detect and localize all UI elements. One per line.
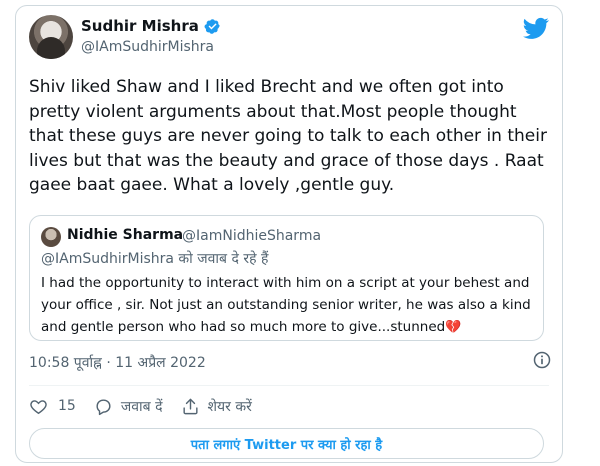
quoted-author-name: Nidhie Sharma [67, 227, 184, 243]
quoted-tweet-text: I had the opportunity to interact with h… [41, 272, 535, 339]
like-count: 15 [58, 398, 76, 414]
reply-label: जवाब दें [120, 398, 163, 415]
reply-bubble-icon [96, 398, 111, 415]
heart-icon [30, 399, 47, 414]
tweet-time: 10:58 पूर्वाह्न [29, 355, 102, 371]
author-handle[interactable]: @IAmSudhirMishra [81, 39, 214, 55]
author-avatar[interactable] [29, 15, 73, 59]
tweet-timestamp[interactable]: 10:58 पूर्वाह्न · 11 अप्रैल 2022 [29, 353, 206, 372]
info-icon[interactable] [532, 350, 552, 370]
divider [29, 385, 549, 386]
quoted-tweet[interactable]: Nidhie Sharma @IamNidhieSharma @IAmSudhi… [29, 215, 544, 341]
quoted-reply-context: @IAmSudhirMishra को जवाब दे रहे हैं [41, 251, 269, 267]
tweet-date: 11 अप्रैल 2022 [115, 355, 206, 371]
quoted-author-avatar [41, 227, 61, 247]
like-button[interactable]: 15 [29, 397, 76, 416]
share-label: शेयर करें [207, 398, 252, 415]
share-button[interactable]: शेयर करें [181, 397, 252, 416]
tweet-actions: 15 जवाब दें शेयर करें [29, 393, 270, 419]
twitter-bird-icon[interactable] [523, 15, 549, 41]
explore-twitter-button[interactable]: पता लगाएं Twitter पर क्या हो रहा है [29, 428, 544, 459]
timestamp-separator: · [106, 355, 111, 371]
tweet-text: Shiv liked Shaw and I liked Brecht and w… [29, 77, 547, 195]
broken-heart-emoji: 💔 [445, 320, 462, 335]
tweet-header: Sudhir Mishra @IAmSudhirMishra [29, 15, 549, 67]
verified-badge-icon [204, 18, 220, 34]
share-upload-icon [182, 398, 198, 414]
author-name-line: Sudhir Mishra [81, 17, 221, 35]
reply-button[interactable]: जवाब दें [94, 397, 163, 416]
author-display-name[interactable]: Sudhir Mishra [81, 17, 199, 35]
quoted-author-handle: @IamNidhieSharma [182, 228, 322, 244]
embedded-tweet-card: Sudhir Mishra @IAmSudhirMishra Shiv like… [15, 5, 563, 463]
